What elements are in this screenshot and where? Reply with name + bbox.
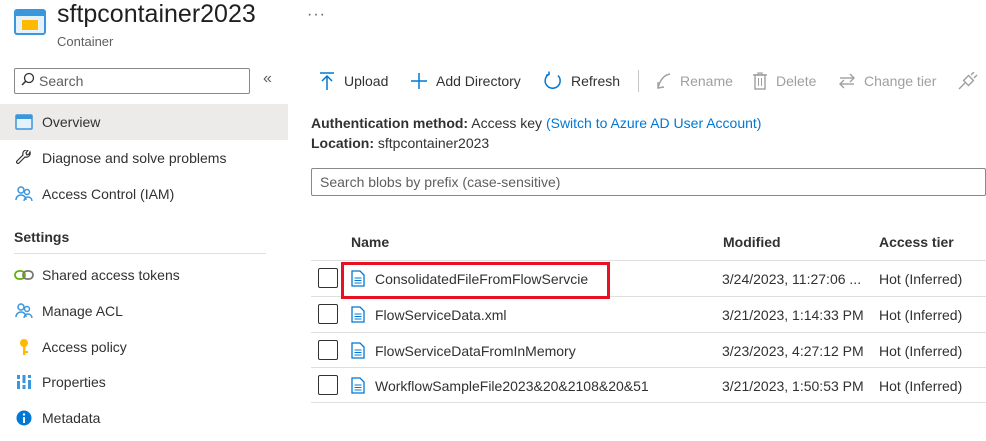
file-icon [351, 377, 365, 399]
sidebar-item-label: Manage ACL [42, 303, 123, 319]
sidebar-item-metadata[interactable]: Metadata [0, 400, 288, 436]
add-directory-label: Add Directory [436, 73, 521, 89]
auth-value: Access key [471, 115, 543, 131]
key-icon [14, 337, 34, 357]
file-modified: 3/21/2023, 1:50:53 PM [722, 378, 864, 394]
sidebar-item-shared-access-tokens[interactable]: Shared access tokens [0, 257, 288, 293]
refresh-button[interactable]: Refresh [543, 70, 620, 92]
switch-auth-link[interactable]: (Switch to Azure AD User Account) [546, 115, 762, 131]
more-options-button[interactable]: ··· [307, 6, 326, 24]
rename-icon [656, 72, 672, 90]
file-icon [351, 342, 365, 364]
file-modified: 3/21/2023, 1:14:33 PM [722, 307, 864, 323]
upload-button[interactable]: Upload [318, 70, 388, 92]
refresh-label: Refresh [571, 73, 621, 89]
divider [14, 253, 266, 254]
add-directory-button[interactable]: Add Directory [410, 70, 521, 92]
file-name-link[interactable]: FlowServiceData.xml [375, 307, 506, 323]
search-icon [21, 72, 35, 91]
sidebar-item-manage-acl[interactable]: Manage ACL [0, 293, 288, 329]
sidebar-item-label: Overview [42, 114, 101, 130]
location-value: sftpcontainer2023 [377, 135, 490, 151]
refresh-icon [543, 71, 563, 91]
people-icon [14, 301, 34, 321]
row-checkbox[interactable] [318, 304, 338, 324]
sidebar-item-access-control[interactable]: Access Control (IAM) [0, 176, 288, 212]
plug-icon [958, 72, 978, 90]
file-name-link[interactable]: WorkflowSampleFile2023&20&2108&20&51 [375, 378, 649, 394]
file-name-link[interactable]: FlowServiceDataFromInMemory [375, 343, 576, 359]
file-access-tier: Hot (Inferred) [879, 307, 963, 323]
sidebar-item-diagnose[interactable]: Diagnose and solve problems [0, 140, 288, 176]
wrench-icon [14, 148, 34, 168]
row-checkbox[interactable] [318, 375, 338, 395]
file-access-tier: Hot (Inferred) [879, 271, 963, 287]
auth-label: Authentication method: [311, 115, 469, 131]
highlight-box [341, 262, 610, 299]
toolbar-divider [638, 70, 639, 92]
people-icon [14, 184, 34, 204]
sidebar-item-label: Shared access tokens [42, 267, 180, 283]
upload-label: Upload [344, 73, 389, 89]
acquire-lease-button[interactable] [958, 70, 986, 92]
file-modified: 3/23/2023, 4:27:12 PM [722, 343, 864, 359]
change-tier-button[interactable]: Change tier [838, 70, 936, 92]
row-checkbox[interactable] [318, 268, 338, 288]
location-label: Location: [311, 135, 374, 151]
settings-heading: Settings [14, 229, 70, 245]
delete-button[interactable]: Delete [752, 70, 816, 92]
rename-label: Rename [680, 73, 733, 89]
blob-search-input[interactable]: Search blobs by prefix (case-sensitive) [311, 168, 986, 196]
sidebar-item-overview[interactable]: Overview [0, 104, 288, 140]
sidebar-item-label: Metadata [42, 410, 101, 426]
sidebar-item-label: Properties [42, 374, 106, 390]
swap-arrows-icon [838, 73, 856, 89]
file-modified: 3/24/2023, 11:27:06 ... [722, 271, 862, 287]
table-row[interactable]: WorkflowSampleFile2023&20&2108&20&51 3/2… [311, 367, 986, 403]
link-icon [14, 265, 34, 285]
trash-icon [752, 72, 768, 90]
blob-search-placeholder: Search blobs by prefix (case-sensitive) [320, 174, 561, 190]
sidebar-item-label: Access policy [42, 339, 127, 355]
sidebar-item-label: Diagnose and solve problems [42, 150, 227, 166]
properties-icon [14, 372, 34, 392]
column-header-modified[interactable]: Modified [723, 234, 781, 250]
container-icon [14, 8, 46, 36]
page-title: sftpcontainer2023 [57, 0, 256, 28]
info-icon [14, 408, 34, 428]
upload-icon [318, 71, 336, 91]
auth-method: Authentication method: Access key (Switc… [311, 115, 761, 131]
table-row[interactable]: FlowServiceDataFromInMemory 3/23/2023, 4… [311, 332, 986, 368]
page-subtitle: Container [57, 34, 114, 49]
plus-icon [410, 72, 428, 90]
file-access-tier: Hot (Inferred) [879, 378, 963, 394]
sidebar-search-placeholder: Search [39, 73, 84, 89]
column-header-access-tier[interactable]: Access tier [879, 234, 954, 250]
sidebar-item-label: Access Control (IAM) [42, 186, 175, 202]
row-checkbox[interactable] [318, 340, 338, 360]
change-tier-label: Change tier [864, 73, 937, 89]
file-access-tier: Hot (Inferred) [879, 343, 963, 359]
delete-label: Delete [776, 73, 817, 89]
location: Location: sftpcontainer2023 [311, 135, 489, 151]
column-header-name[interactable]: Name [351, 234, 389, 250]
sidebar-item-properties[interactable]: Properties [0, 364, 288, 400]
rename-button[interactable]: Rename [656, 70, 733, 92]
table-row[interactable]: FlowServiceData.xml 3/21/2023, 1:14:33 P… [311, 296, 986, 332]
sidebar-item-access-policy[interactable]: Access policy [0, 329, 288, 365]
overview-icon [14, 112, 34, 132]
file-icon [351, 306, 365, 328]
sidebar-search-input[interactable]: Search [14, 68, 250, 94]
collapse-sidebar-button[interactable]: « [263, 70, 272, 88]
